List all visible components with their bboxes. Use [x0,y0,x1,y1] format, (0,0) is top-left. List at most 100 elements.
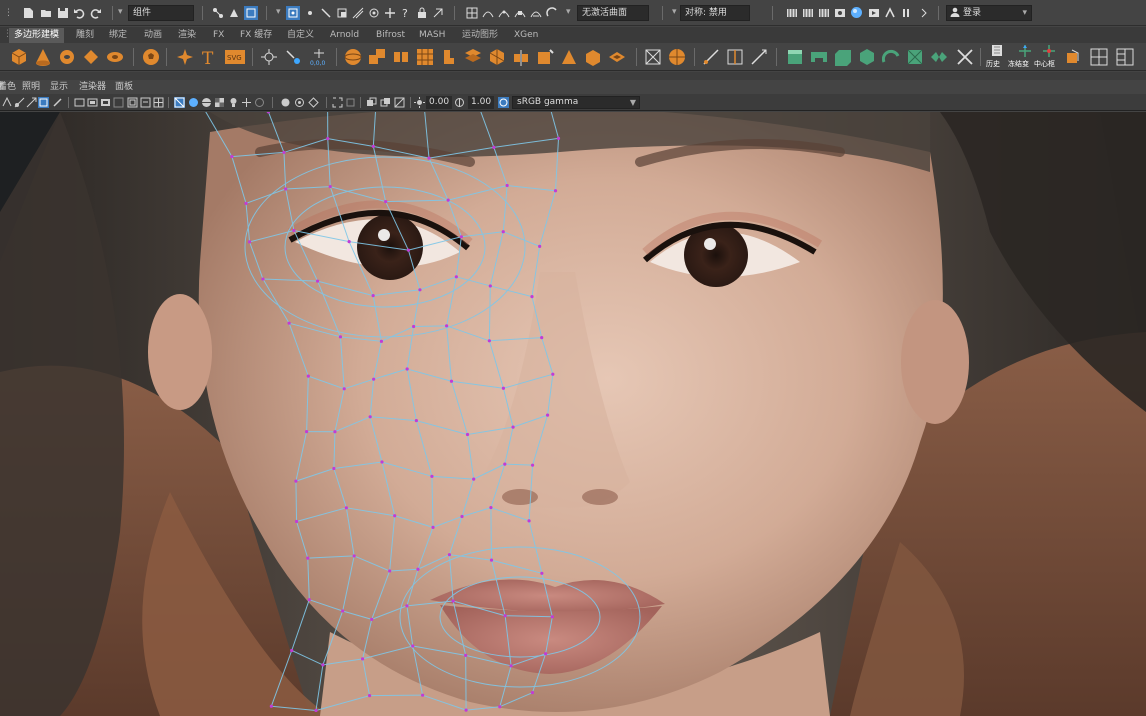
mesh-vertex[interactable] [488,284,492,288]
mesh-vertex[interactable] [540,336,544,340]
mesh-vertex[interactable] [315,279,320,283]
mesh-vertex[interactable] [551,372,555,376]
mesh-vertex[interactable] [530,463,535,467]
mesh-vertex[interactable] [294,479,298,483]
open-folder-icon[interactable] [40,7,52,19]
sphere-grid-icon[interactable] [668,48,686,66]
mesh-vertex[interactable] [489,558,494,562]
mesh-vertex[interactable] [411,644,415,648]
new-file-icon[interactable] [22,7,34,19]
append-polygon-icon[interactable] [858,48,876,66]
mesh-vertex[interactable] [230,154,234,159]
xray-joints-icon[interactable] [366,97,377,108]
film-gate-icon[interactable] [74,97,85,108]
xray-icon[interactable] [345,97,356,108]
soccer-ball-icon[interactable] [142,48,160,66]
safe-action-icon[interactable] [127,97,138,108]
object-select-icon[interactable] [228,7,240,19]
mesh-vertex[interactable] [501,386,506,390]
mesh-vertex[interactable] [464,708,468,712]
live-surface-field[interactable]: 无激活曲面 [577,5,649,21]
ipr-render-icon[interactable] [818,7,830,19]
cube-icon[interactable] [10,48,28,66]
wire-on-shaded-icon[interactable] [201,97,212,108]
mesh-vertex[interactable] [342,387,346,391]
mesh-vertex[interactable] [371,144,375,148]
mirror-mesh-icon[interactable] [512,48,530,66]
gate-mask-icon[interactable] [100,97,111,108]
shelf-tab-bifrost[interactable]: Bifrost [376,28,405,43]
mesh-vertex[interactable] [412,324,416,329]
mesh-vertex[interactable] [347,240,351,244]
lock-icon[interactable] [416,7,428,19]
snap-view-icon[interactable] [514,7,526,19]
highlight-icon[interactable] [432,7,444,19]
mesh-vertex[interactable] [447,553,452,557]
redo-icon[interactable] [90,7,102,19]
select-plus-icon[interactable] [384,7,396,19]
mesh-vertex[interactable] [269,704,273,708]
grid-quad-icon[interactable] [1090,48,1108,66]
mesh-vertex[interactable] [487,339,491,343]
separate-mesh-icon[interactable] [392,48,410,66]
mesh-vertex[interactable] [306,374,310,378]
mesh-vertex[interactable] [388,569,392,573]
poke-icon[interactable] [906,48,924,66]
mesh-vertex[interactable] [460,514,464,519]
mesh-vertex[interactable] [449,379,454,383]
mesh-vertex[interactable] [472,477,476,481]
hypershade-icon[interactable] [850,6,863,19]
mesh-vertex[interactable] [290,648,294,653]
camera-bookmark-icon[interactable] [38,97,49,108]
mesh-vertex[interactable] [405,367,409,371]
bridge-icon[interactable] [810,48,828,66]
shelf-tab-fx-cache[interactable]: FX 缓存 [240,28,272,43]
mesh-vertex[interactable] [380,460,384,464]
mesh-vertex[interactable] [261,277,265,281]
mesh-vertex[interactable] [287,321,291,325]
mesh-vertex[interactable] [384,199,388,204]
safe-title-icon[interactable] [140,97,151,108]
mesh-vertex[interactable] [421,693,425,697]
snap-point-icon[interactable] [498,7,510,19]
isolate-select-icon[interactable] [332,97,343,108]
mesh-vertex[interactable] [465,432,470,437]
multi-cut-icon[interactable] [702,48,720,66]
mesh-vertex[interactable] [414,418,418,423]
smooth-shade-icon[interactable] [188,97,199,108]
mesh-vertex[interactable] [459,235,463,239]
panel-menu-renderer[interactable]: 渲染器 [79,81,106,93]
mesh-vertex[interactable] [416,567,420,571]
panel-menu-panels[interactable]: 面板 [115,81,133,93]
grid-toggle-icon[interactable] [153,97,164,108]
selection-mode-menu[interactable]: 组件 [128,5,194,21]
mesh-vertex[interactable] [430,474,434,478]
mesh-vertex[interactable] [446,198,450,202]
hierarchy-select-icon[interactable] [212,7,224,19]
mesh-vertex[interactable] [294,519,299,524]
select-camera-icon[interactable] [14,97,25,108]
smooth-mesh-icon[interactable] [416,48,434,66]
mesh-vertex[interactable] [511,425,515,429]
render-frame-icon[interactable] [786,7,798,19]
measure-icon[interactable] [260,48,278,66]
sphere-sculpt-icon[interactable] [344,48,362,66]
shelf-tab-polygon-modeling[interactable]: 多边形建模 [9,28,65,43]
panel-menu-shading[interactable]: 着色 [0,81,16,93]
locator-icon[interactable] [284,48,302,66]
component-select-icon[interactable] [244,6,258,20]
motion-blur-icon[interactable] [280,97,291,108]
panel-menu-lighting[interactable]: 照明 [22,81,40,93]
mesh-vertex[interactable] [370,617,374,621]
mesh-vertex[interactable] [341,609,345,613]
mesh-vertex[interactable] [530,691,535,695]
shelf-tab-rigging[interactable]: 绑定 [109,28,127,43]
extract-icon[interactable] [440,48,458,66]
select-face-icon[interactable] [336,7,348,19]
field-chart-icon[interactable] [113,97,124,108]
mesh-vertex[interactable] [360,657,365,661]
wireframe-icon[interactable] [174,97,185,108]
render-settings-icon[interactable] [834,7,846,19]
cone-icon[interactable] [34,48,52,66]
disc-icon[interactable] [106,48,124,66]
